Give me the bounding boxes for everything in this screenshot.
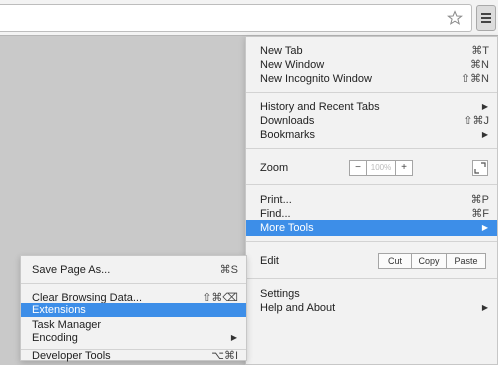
menu-item-zoom: Zoom − 100% + xyxy=(246,160,497,176)
menu-separator xyxy=(246,92,497,93)
shortcut-label: ⇧⌘N xyxy=(460,73,489,85)
paste-button[interactable]: Paste xyxy=(446,253,486,269)
copy-button[interactable]: Copy xyxy=(411,253,447,269)
menu-item-help-and-about[interactable]: Help and About ▶ xyxy=(246,300,497,316)
menu-item-label: Encoding xyxy=(32,332,78,344)
menu-item-label: More Tools xyxy=(260,222,314,234)
fullscreen-icon[interactable] xyxy=(472,160,488,176)
zoom-in-button[interactable]: + xyxy=(395,160,413,176)
menu-item-edit: Edit Cut Copy Paste xyxy=(246,253,497,269)
star-icon[interactable] xyxy=(447,10,463,26)
cut-button[interactable]: Cut xyxy=(378,253,412,269)
menu-separator xyxy=(246,278,497,279)
menu-item-label: Developer Tools xyxy=(32,350,111,362)
shortcut-label: ⌥⌘I xyxy=(211,350,238,362)
menu-item-label: Save Page As... xyxy=(32,264,111,276)
chevron-right-icon: ▶ xyxy=(481,130,488,139)
menu-item-extensions[interactable]: Extensions xyxy=(21,303,246,317)
menu-item-more-tools[interactable]: More Tools ▶ xyxy=(246,220,497,236)
menu-separator xyxy=(21,283,246,284)
menu-item-encoding[interactable]: Encoding ▶ xyxy=(21,330,246,346)
browser-toolbar xyxy=(0,0,498,36)
menu-item-label: Zoom xyxy=(260,162,289,174)
menu-item-developer-tools[interactable]: Developer Tools ⌥⌘I xyxy=(21,350,246,362)
menu-item-label: Help and About xyxy=(260,302,336,314)
menu-item-bookmarks[interactable]: Bookmarks ▶ xyxy=(246,127,497,143)
shortcut-label: ⌘S xyxy=(219,264,238,276)
address-bar[interactable] xyxy=(0,4,472,32)
chevron-right-icon: ▶ xyxy=(481,303,488,312)
menu-item-label: New Incognito Window xyxy=(260,73,372,85)
menu-separator xyxy=(246,241,497,242)
menu-item-label: Edit xyxy=(260,255,279,267)
chevron-right-icon: ▶ xyxy=(230,333,237,342)
menu-separator xyxy=(246,184,497,185)
menu-separator xyxy=(246,148,497,149)
chrome-main-menu: New Tab ⌘T New Window ⌘N New Incognito W… xyxy=(245,36,498,365)
menu-item-label: Bookmarks xyxy=(260,129,316,141)
menu-item-label: Extensions xyxy=(32,304,86,316)
menu-item-new-incognito-window[interactable]: New Incognito Window ⇧⌘N xyxy=(246,71,497,87)
chevron-right-icon: ▶ xyxy=(481,223,488,232)
hamburger-menu-icon[interactable] xyxy=(476,5,496,31)
zoom-out-button[interactable]: − xyxy=(349,160,367,176)
menu-item-save-page-as[interactable]: Save Page As... ⌘S xyxy=(21,262,246,278)
zoom-level: 100% xyxy=(366,160,396,176)
more-tools-submenu: Save Page As... ⌘S Clear Browsing Data..… xyxy=(20,255,247,362)
